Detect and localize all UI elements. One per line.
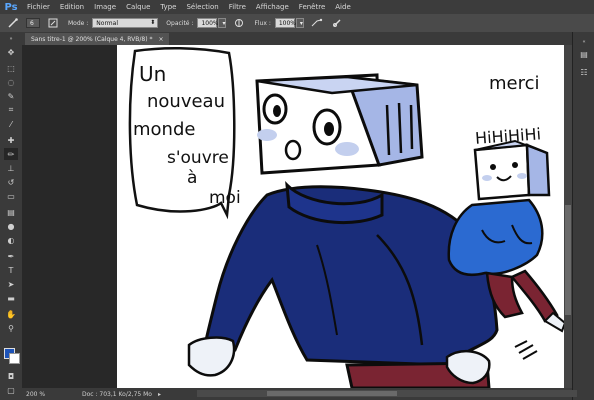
- document-tab-bar: Sans titre-1 @ 200% (Calque 4, RVB/8) * …: [22, 32, 572, 45]
- brush-panel-icon[interactable]: [46, 17, 60, 29]
- chevron-down-icon: ▾: [222, 19, 226, 27]
- horizontal-scroll-thumb[interactable]: [267, 391, 397, 396]
- brush-icon[interactable]: ✏: [4, 148, 18, 160]
- brush-size-value: 6: [30, 19, 34, 27]
- healing-icon[interactable]: ✚: [4, 134, 18, 146]
- menu-affichage[interactable]: Affichage: [251, 3, 294, 11]
- menu-filtre[interactable]: Filtre: [224, 3, 251, 11]
- chevron-down-icon: ⬍: [150, 19, 156, 26]
- vertical-scroll-thumb[interactable]: [565, 205, 571, 315]
- merci-text: merci: [489, 73, 540, 94]
- menu-aide[interactable]: Aide: [330, 3, 355, 11]
- shape-icon[interactable]: ▬: [4, 292, 18, 304]
- opacity-label: Opacité :: [166, 19, 194, 27]
- blur-icon[interactable]: ●: [4, 220, 18, 232]
- menu-fichier[interactable]: Fichier: [22, 3, 55, 11]
- menu-bar: Ps Fichier Edition Image Calque Type Sél…: [0, 0, 594, 14]
- speech-word-5: à: [187, 168, 197, 188]
- photoshop-logo: Ps: [4, 1, 18, 13]
- quick-select-icon[interactable]: ✎: [4, 90, 18, 102]
- flow-input[interactable]: 100%: [274, 18, 296, 28]
- menu-image[interactable]: Image: [89, 3, 121, 11]
- speech-word-4: s'ouvre: [167, 148, 229, 168]
- mode-select[interactable]: Normal ⬍: [92, 18, 159, 28]
- history-panel-icon[interactable]: ▤: [578, 48, 590, 60]
- brush-size-picker[interactable]: 6: [26, 18, 40, 28]
- expand-panels-icon[interactable]: «: [578, 36, 590, 48]
- airbrush-icon[interactable]: [310, 17, 324, 29]
- horizontal-scrollbar[interactable]: [197, 390, 577, 397]
- pressure-opacity-icon[interactable]: [232, 17, 246, 29]
- background-color-swatch[interactable]: [9, 353, 20, 364]
- pen-icon[interactable]: ✒: [4, 250, 18, 262]
- opacity-input[interactable]: 100%: [197, 18, 219, 28]
- vertical-scrollbar[interactable]: [564, 45, 572, 388]
- collapse-icon[interactable]: »: [4, 36, 18, 42]
- menu-type[interactable]: Type: [155, 3, 181, 11]
- right-panel-dock: « ▤ ☷: [572, 32, 594, 400]
- flow-label: Flux :: [254, 19, 271, 27]
- eraser-icon[interactable]: ▭: [4, 190, 18, 202]
- zoom-icon[interactable]: ⚲: [4, 322, 18, 334]
- zoom-level[interactable]: 200 %: [22, 391, 52, 398]
- mode-label: Mode :: [68, 19, 89, 27]
- opacity-value: 100%: [201, 19, 219, 27]
- move-icon[interactable]: ✥: [4, 46, 18, 58]
- path-select-icon[interactable]: ➤: [4, 278, 18, 290]
- pressure-size-icon[interactable]: [330, 17, 344, 29]
- stamp-icon[interactable]: ⊥: [4, 162, 18, 174]
- document-canvas[interactable]: Un nouveau monde s'ouvre à moi merci HiH…: [117, 45, 572, 388]
- speech-word-3: monde: [133, 119, 195, 140]
- status-menu-icon[interactable]: ▸: [158, 391, 161, 398]
- eyedropper-icon[interactable]: ⁄: [4, 118, 18, 130]
- options-bar: 6 Mode : Normal ⬍ Opacité : 100% ▾ Flux …: [0, 14, 594, 33]
- gradient-icon[interactable]: ▤: [4, 206, 18, 218]
- hand-icon[interactable]: ✋: [4, 308, 18, 320]
- close-icon[interactable]: ×: [158, 36, 163, 43]
- speech-word-6: moi: [209, 188, 241, 208]
- menu-edition[interactable]: Edition: [55, 3, 89, 11]
- brush-preset-icon[interactable]: [6, 17, 20, 29]
- mode-value: Normal: [96, 19, 118, 27]
- lasso-icon[interactable]: ◌: [4, 76, 18, 88]
- drawing-artwork: Un nouveau monde s'ouvre à moi merci HiH…: [128, 46, 567, 388]
- dodge-icon[interactable]: ◐: [4, 234, 18, 246]
- menu-fenetre[interactable]: Fenêtre: [294, 3, 330, 11]
- speech-word-1: Un: [139, 62, 166, 86]
- flow-dropdown[interactable]: ▾: [295, 18, 304, 28]
- document-size: Doc : 703,1 Ko/2,75 Mo: [82, 390, 152, 398]
- document-tab[interactable]: Sans titre-1 @ 200% (Calque 4, RVB/8) * …: [25, 33, 170, 45]
- flow-value: 100%: [278, 19, 296, 27]
- menu-calque[interactable]: Calque: [121, 3, 155, 11]
- type-icon[interactable]: T: [4, 264, 18, 276]
- menu-selection[interactable]: Sélection: [181, 3, 223, 11]
- speech-word-2: nouveau: [147, 91, 225, 112]
- marquee-icon[interactable]: ⬚: [4, 62, 18, 74]
- status-bar: 200 % Doc : 703,1 Ko/2,75 Mo ▸: [22, 388, 577, 400]
- crop-icon[interactable]: ⌗: [4, 104, 18, 116]
- tools-panel: » ✥ ⬚ ◌ ✎ ⌗ ⁄ ✚ ✏ ⊥ ↺ ▭ ▤ ● ◐ ✒ T ➤ ▬ ✋ …: [0, 32, 23, 400]
- screen-mode-icon[interactable]: ▢: [4, 384, 18, 396]
- properties-panel-icon[interactable]: ☷: [578, 66, 590, 78]
- chevron-down-icon: ▾: [299, 19, 303, 27]
- opacity-dropdown[interactable]: ▾: [218, 18, 227, 28]
- document-tab-title: Sans titre-1 @ 200% (Calque 4, RVB/8) *: [31, 35, 153, 43]
- history-brush-icon[interactable]: ↺: [4, 176, 18, 188]
- quick-mask-icon[interactable]: ◘: [4, 370, 18, 382]
